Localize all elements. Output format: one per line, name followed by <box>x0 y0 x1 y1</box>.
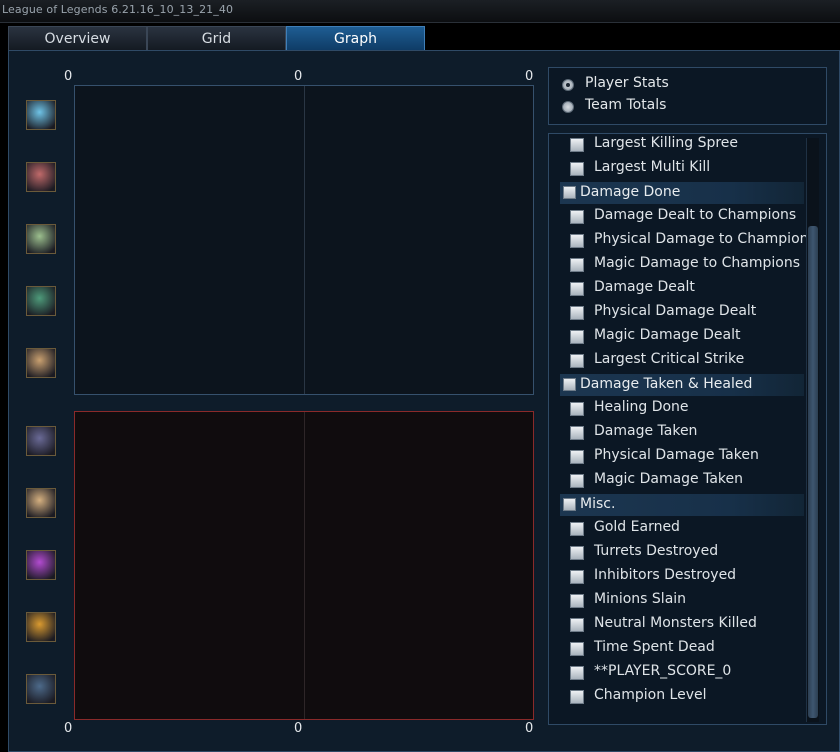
blue-champion-portrait-icon[interactable] <box>26 286 56 316</box>
blue-champion-portrait-icon[interactable] <box>26 348 56 378</box>
stat-checkbox[interactable] <box>570 474 584 488</box>
blue-champion-portrait-icon[interactable] <box>26 100 56 130</box>
stat-item[interactable]: Magic Damage Taken <box>548 469 804 493</box>
stat-checkbox[interactable] <box>570 450 584 464</box>
blue-team-graph <box>74 85 534 395</box>
stats-list: Largest Killing Spree Largest Multi Kill D… <box>548 133 826 723</box>
stat-item[interactable]: Champion Level <box>548 685 804 709</box>
graph-midline <box>304 86 305 394</box>
graph-midline <box>304 412 305 719</box>
stat-checkbox[interactable] <box>570 594 584 608</box>
stat-item[interactable]: Damage Dealt to Champions <box>548 205 804 229</box>
stat-item[interactable]: Inhibitors Destroyed <box>548 565 804 589</box>
bottom-axis-mid: 0 <box>294 721 303 736</box>
stat-item[interactable]: Largest Critical Strike <box>548 349 804 373</box>
stat-checkbox[interactable] <box>570 138 584 152</box>
stat-checkbox[interactable] <box>570 618 584 632</box>
bottom-axis-left: 0 <box>64 721 73 736</box>
category-checkbox[interactable] <box>563 378 576 391</box>
stat-checkbox[interactable] <box>570 426 584 440</box>
blue-champion-portrait-icon[interactable] <box>26 162 56 192</box>
stat-checkbox[interactable] <box>570 282 584 296</box>
stat-item[interactable]: Magic Damage Dealt <box>548 325 804 349</box>
stat-item[interactable]: Physical Damage to Champions <box>548 229 816 253</box>
stat-item[interactable]: Largest Multi Kill <box>548 157 804 181</box>
stat-checkbox[interactable] <box>570 570 584 584</box>
stat-item[interactable]: Healing Done <box>548 397 804 421</box>
stat-checkbox[interactable] <box>570 522 584 536</box>
stat-item[interactable]: Neutral Monsters Killed <box>548 613 804 637</box>
stat-checkbox[interactable] <box>570 666 584 680</box>
bottom-axis-right: 0 <box>525 721 534 736</box>
category-header[interactable]: Damage Taken & Healed <box>560 374 804 396</box>
stat-checkbox[interactable] <box>570 354 584 368</box>
tab-grid[interactable]: Grid <box>147 26 286 50</box>
stat-item[interactable]: Damage Dealt <box>548 277 804 301</box>
stat-checkbox[interactable] <box>570 210 584 224</box>
stat-checkbox[interactable] <box>570 234 584 248</box>
stat-checkbox[interactable] <box>570 546 584 560</box>
red-champion-portrait-icon[interactable] <box>26 550 56 580</box>
title-bar: League of Legends 6.21.16_10_13_21_40 <box>0 0 840 23</box>
category-checkbox[interactable] <box>563 186 576 199</box>
stat-item[interactable]: Physical Damage Taken <box>548 445 804 469</box>
stat-item[interactable]: Largest Killing Spree <box>548 133 804 157</box>
stat-item[interactable]: Damage Taken <box>548 421 804 445</box>
top-axis-left: 0 <box>64 69 73 84</box>
radio-icon[interactable] <box>562 79 574 91</box>
category-checkbox[interactable] <box>563 498 576 511</box>
red-team-graph <box>74 411 534 720</box>
stat-checkbox[interactable] <box>570 258 584 272</box>
blue-champion-portrait-icon[interactable] <box>26 224 56 254</box>
stat-checkbox[interactable] <box>570 162 584 176</box>
stat-item[interactable]: Minions Slain <box>548 589 804 613</box>
radio-icon[interactable] <box>562 101 574 113</box>
scrollbar-thumb[interactable] <box>808 226 818 718</box>
tab-graph[interactable]: Graph <box>286 26 425 50</box>
stat-item[interactable]: Turrets Destroyed <box>548 541 804 565</box>
red-champion-portrait-icon[interactable] <box>26 426 56 456</box>
stat-item[interactable]: Gold Earned <box>548 517 804 541</box>
red-champion-portrait-icon[interactable] <box>26 612 56 642</box>
stat-checkbox[interactable] <box>570 306 584 320</box>
tab-overview[interactable]: Overview <box>8 26 147 50</box>
stat-checkbox[interactable] <box>570 330 584 344</box>
red-champion-portrait-icon[interactable] <box>26 488 56 518</box>
stat-checkbox[interactable] <box>570 642 584 656</box>
red-champion-portrait-icon[interactable] <box>26 674 56 704</box>
category-header[interactable]: Misc. <box>560 494 804 516</box>
stats-scrollbar[interactable] <box>806 138 819 722</box>
stat-checkbox[interactable] <box>570 402 584 416</box>
stat-item[interactable]: Physical Damage Dealt <box>548 301 804 325</box>
stat-item[interactable]: **PLAYER_SCORE_0 <box>548 661 804 685</box>
stat-item[interactable]: Time Spent Dead <box>548 637 804 661</box>
top-axis-mid: 0 <box>294 69 303 84</box>
stat-item[interactable]: Magic Damage to Champions <box>548 253 804 277</box>
category-header[interactable]: Damage Done <box>560 182 804 204</box>
top-axis-right: 0 <box>525 69 534 84</box>
stat-checkbox[interactable] <box>570 690 584 704</box>
window-title: League of Legends 6.21.16_10_13_21_40 <box>2 3 234 16</box>
